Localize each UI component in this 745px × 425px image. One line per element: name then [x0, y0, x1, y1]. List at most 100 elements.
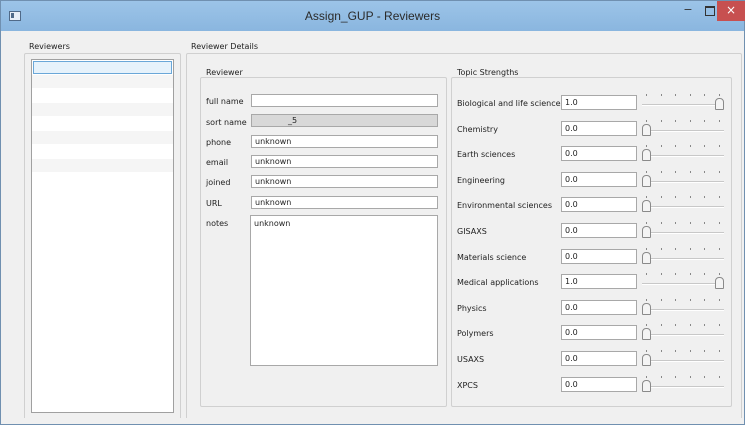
topic-slider[interactable] — [642, 297, 724, 315]
list-item[interactable] — [33, 61, 172, 74]
slider-tick — [704, 196, 705, 198]
topic-slider[interactable] — [642, 374, 724, 392]
list-item[interactable] — [32, 159, 173, 173]
slider-tick — [675, 120, 676, 122]
topic-value-field[interactable]: 1.0 — [561, 95, 637, 110]
slider-handle[interactable] — [642, 354, 651, 366]
slider-groove — [642, 334, 724, 336]
slider-tick — [689, 350, 691, 352]
slider-tick — [704, 324, 705, 326]
slider-tick — [718, 248, 720, 250]
slider-handle[interactable] — [642, 200, 651, 212]
slider-tick — [660, 120, 662, 122]
topic-slider[interactable] — [642, 220, 724, 238]
topic-slider[interactable] — [642, 118, 724, 136]
list-item[interactable] — [32, 145, 173, 159]
title-bar[interactable]: Assign_GUP - Reviewers − × — [1, 1, 745, 31]
slider-tick — [689, 120, 691, 122]
slider-tick — [689, 145, 691, 147]
topic-value-field[interactable]: 0.0 — [561, 351, 637, 366]
list-item[interactable] — [32, 131, 173, 145]
topic-value-field[interactable]: 0.0 — [561, 377, 637, 392]
sort-name-field[interactable]: _5 — [251, 114, 438, 127]
slider-handle[interactable] — [642, 124, 651, 136]
slider-tick — [718, 324, 720, 326]
slider-tick — [689, 324, 691, 326]
minimize-button[interactable]: − — [677, 1, 699, 21]
slider-tick — [704, 350, 705, 352]
list-item[interactable] — [32, 173, 173, 187]
topic-slider[interactable] — [642, 271, 724, 289]
slider-tick — [718, 120, 720, 122]
slider-groove — [642, 206, 724, 208]
topic-slider[interactable] — [642, 92, 724, 110]
slider-groove — [642, 232, 724, 234]
full-name-label: full name — [206, 97, 244, 106]
topic-label: Earth sciences — [457, 150, 516, 159]
topic-slider[interactable] — [642, 322, 724, 340]
topic-label: Polymers — [457, 329, 494, 338]
slider-handle[interactable] — [715, 277, 724, 289]
slider-handle[interactable] — [715, 98, 724, 110]
window-title: Assign_GUP - Reviewers — [304, 9, 441, 23]
url-field[interactable]: unknown — [251, 196, 438, 209]
slider-tick — [675, 171, 676, 173]
slider-tick — [689, 273, 691, 275]
slider-handle[interactable] — [642, 380, 651, 392]
topic-value-field[interactable]: 0.0 — [561, 197, 637, 212]
list-item[interactable] — [32, 117, 173, 131]
topic-value-field[interactable]: 1.0 — [561, 274, 637, 289]
slider-tick — [704, 248, 705, 250]
list-item[interactable] — [32, 89, 173, 103]
email-label: email — [206, 158, 229, 167]
slider-tick — [675, 94, 676, 96]
slider-handle[interactable] — [642, 175, 651, 187]
joined-field[interactable]: unknown — [251, 175, 438, 188]
full-name-field[interactable] — [251, 94, 438, 107]
list-item[interactable] — [32, 103, 173, 117]
notes-field[interactable]: unknown — [250, 215, 438, 366]
slider-tick — [646, 299, 647, 301]
slider-tick — [675, 376, 676, 378]
topic-value-field[interactable]: 0.0 — [561, 325, 637, 340]
topic-value-field[interactable]: 0.0 — [561, 249, 637, 264]
slider-tick — [704, 94, 705, 96]
slider-tick — [704, 171, 705, 173]
maximize-icon — [705, 6, 715, 16]
slider-handle[interactable] — [642, 328, 651, 340]
slider-groove — [642, 104, 724, 106]
slider-tick — [646, 196, 647, 198]
slider-handle[interactable] — [642, 226, 651, 238]
slider-tick — [646, 145, 647, 147]
slider-tick — [718, 299, 720, 301]
slider-handle[interactable] — [642, 149, 651, 161]
close-button[interactable]: × — [717, 1, 745, 21]
slider-tick — [660, 248, 662, 250]
topic-value-field[interactable]: 0.0 — [561, 172, 637, 187]
email-field[interactable]: unknown — [251, 155, 438, 168]
window-bottom-edge — [1, 418, 744, 424]
topic-value-field[interactable]: 0.0 — [561, 121, 637, 136]
slider-tick — [646, 376, 647, 378]
slider-groove — [642, 155, 724, 157]
topic-slider[interactable] — [642, 169, 724, 187]
slider-tick — [718, 94, 720, 96]
topic-value-field[interactable]: 0.0 — [561, 223, 637, 238]
topic-slider[interactable] — [642, 194, 724, 212]
reviewers-list[interactable] — [31, 59, 174, 413]
list-item[interactable] — [32, 75, 173, 89]
topic-value-field[interactable]: 0.0 — [561, 146, 637, 161]
slider-tick — [689, 222, 691, 224]
slider-tick — [660, 94, 662, 96]
topic-value-field[interactable]: 0.0 — [561, 300, 637, 315]
slider-handle[interactable] — [642, 303, 651, 315]
topic-label: USAXS — [457, 355, 485, 364]
slider-tick — [718, 376, 720, 378]
slider-tick — [646, 94, 647, 96]
slider-handle[interactable] — [642, 252, 651, 264]
phone-field[interactable]: unknown — [251, 135, 438, 148]
topic-slider[interactable] — [642, 348, 724, 366]
topic-slider[interactable] — [642, 246, 724, 264]
slider-groove — [642, 181, 724, 183]
topic-slider[interactable] — [642, 143, 724, 161]
